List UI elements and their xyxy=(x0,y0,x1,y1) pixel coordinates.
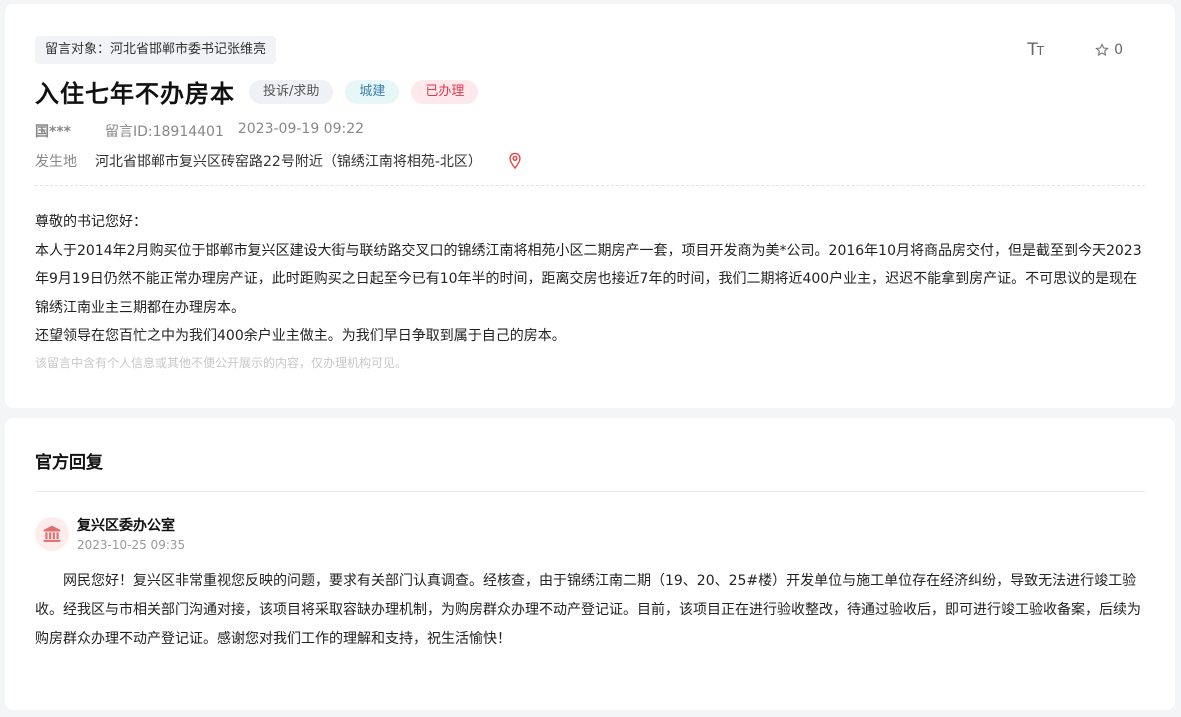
map-pin-icon[interactable] xyxy=(508,152,522,170)
reply-section-title: 官方回复 xyxy=(35,453,103,473)
favorite-count: 0 xyxy=(1114,42,1123,58)
privacy-note: 该留言中含有个人信息或其他不便公开展示的内容，仅办理机构可见。 xyxy=(35,356,408,370)
divider xyxy=(35,185,1145,186)
location-row: 发生地 河北省邯郸市复兴区砖窑路22号附近（锦绣江南将相苑-北区） xyxy=(35,151,522,171)
divider xyxy=(35,491,1145,492)
message-meta: 国*** 留言ID:18914401 2023-09-19 09:22 xyxy=(35,121,364,141)
reply-card: 官方回复 复兴区委办公室 2023-10-25 09:35 网民您好！复兴区非常… xyxy=(5,418,1175,710)
font-size-icon[interactable]: TT xyxy=(1027,40,1044,60)
reply-department: 复兴区委办公室 xyxy=(77,518,175,534)
field-tag: 城建 xyxy=(345,79,400,104)
message-id: 留言ID:18914401 xyxy=(104,124,224,140)
toolbar: TT 0 xyxy=(1027,40,1123,60)
location-text: 河北省邯郸市复兴区砖窑路22号附近（锦绣江南将相苑-北区） xyxy=(95,154,482,170)
reply-body: 网民您好！复兴区非常重视您反映的问题，要求有关部门认真调查。经核查，由于锦绣江南… xyxy=(35,573,1141,647)
favorite-button[interactable]: 0 xyxy=(1095,42,1123,58)
message-title: 入住七年不办房本 xyxy=(35,80,235,108)
status-badge: 已办理 xyxy=(411,79,479,104)
message-card: 留言对象：河北省邯郸市委书记张维亮 TT 0 入住七年不办房本 投诉/求助 城建… xyxy=(5,4,1175,408)
message-target: 留言对象：河北省邯郸市委书记张维亮 xyxy=(35,36,277,64)
title-row: 入住七年不办房本 投诉/求助 城建 已办理 xyxy=(35,74,490,109)
body-paragraph: 尊敬的书记您好： xyxy=(35,214,147,230)
location-label: 发生地 xyxy=(35,154,77,170)
bank-building-icon xyxy=(43,525,61,542)
message-body: 尊敬的书记您好： 本人于2014年2月购买位于邯郸市复兴区建设大街与联纺路交叉口… xyxy=(35,208,1147,351)
body-paragraph: 还望领导在您百忙之中为我们400余户业主做主。为我们早日争取到属于自己的房本。 xyxy=(35,328,566,344)
avatar xyxy=(35,517,69,551)
message-datetime: 2023-09-19 09:22 xyxy=(237,121,365,137)
star-outline-icon xyxy=(1095,43,1109,57)
reply-datetime: 2023-10-25 09:35 xyxy=(77,538,186,552)
type-tag: 投诉/求助 xyxy=(249,79,334,104)
body-paragraph: 本人于2014年2月购买位于邯郸市复兴区建设大街与联纺路交叉口的锦绣江南将相苑小… xyxy=(35,242,1142,316)
author-name: 国*** xyxy=(35,124,71,140)
